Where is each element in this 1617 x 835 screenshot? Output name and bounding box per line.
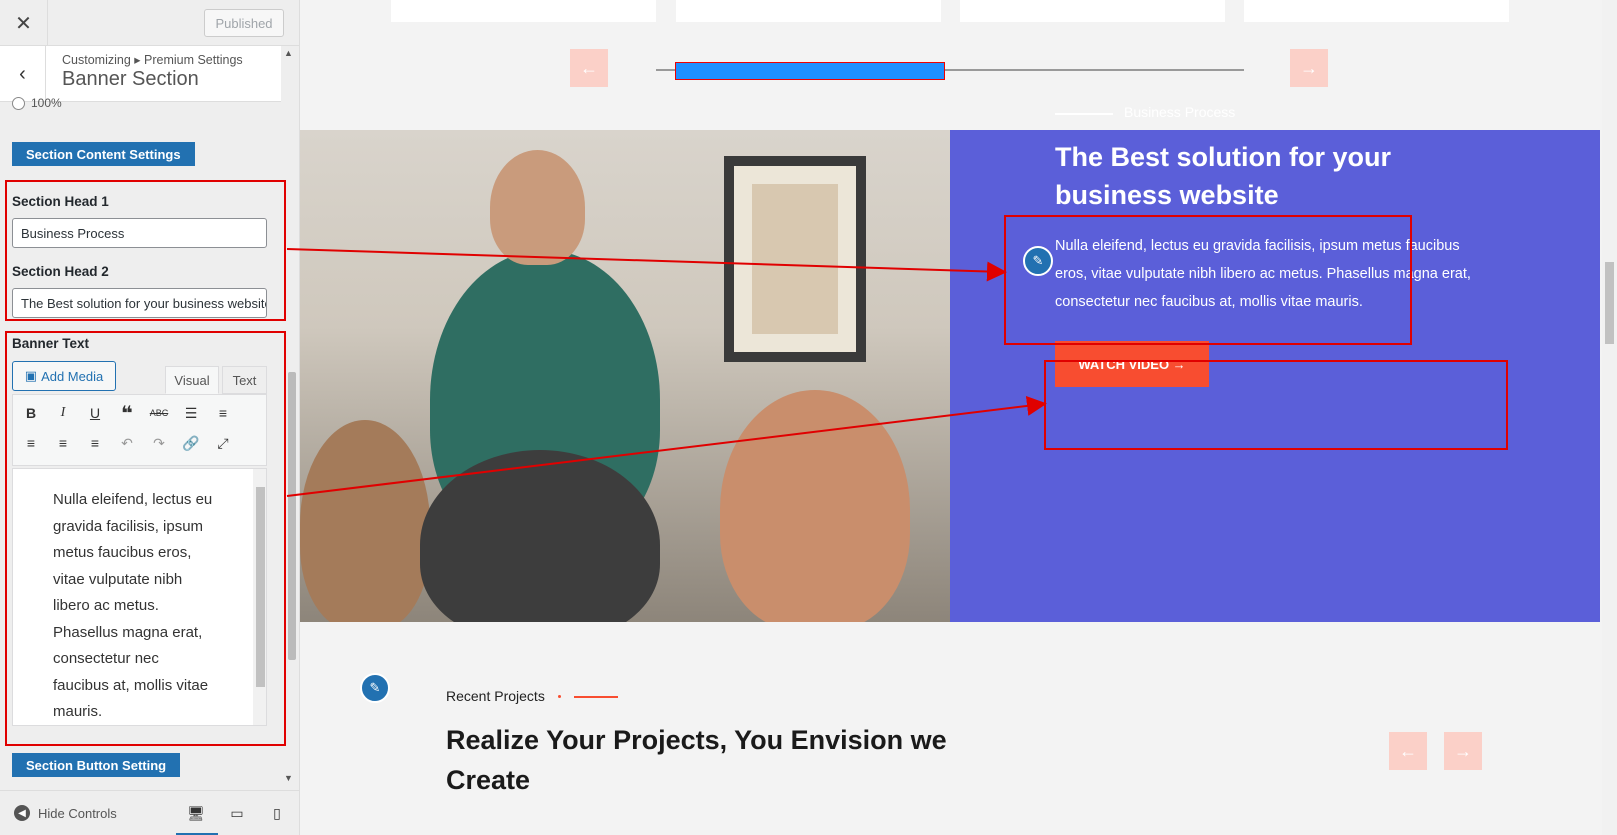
preview-scrollbar[interactable] [1602, 0, 1617, 835]
card [391, 0, 656, 22]
undo-icon[interactable]: ↶ [117, 433, 137, 453]
fullscreen-icon[interactable]: ⤢ [213, 433, 233, 453]
head2-label: Section Head 2 [12, 264, 109, 279]
editor-scroll-thumb[interactable] [256, 487, 265, 687]
italic-icon[interactable]: I [53, 403, 73, 423]
projects-prev-button[interactable]: ← [1389, 732, 1427, 770]
projects-next-button[interactable]: → [1444, 732, 1482, 770]
hide-controls-button[interactable]: ◀ Hide Controls [14, 805, 117, 821]
slider-progress[interactable] [675, 62, 945, 80]
site-preview: ← → ✎ Business Process The Best solution… [300, 0, 1617, 835]
underline-icon[interactable]: U [85, 403, 105, 423]
slider-next-button[interactable]: → [1290, 49, 1328, 87]
add-media-button[interactable]: ▣ Add Media [12, 361, 116, 391]
hide-controls-label: Hide Controls [38, 805, 117, 821]
banner-text-editor[interactable]: Nulla eleifend, lectus eu gravida facili… [12, 468, 267, 726]
button-setting-label: Section Button Setting [12, 753, 181, 777]
section-header: ‹ Customizing ▸ Premium Settings Banner … [0, 46, 281, 102]
banner-text-label: Banner Text [12, 336, 90, 351]
recent-dot [558, 695, 561, 698]
card [676, 0, 941, 22]
edit-pencil-icon[interactable]: ✎ [1023, 246, 1053, 276]
banner-photo [300, 130, 950, 622]
section-title: Banner Section [62, 68, 199, 90]
desktop-icon[interactable]: 🖥 [186, 803, 206, 823]
customizer-bottombar: ◀ Hide Controls 🖥 ▭ ▯ [0, 790, 299, 835]
slider-prev-button[interactable]: ← [570, 49, 608, 87]
content-settings-label: Section Content Settings [12, 142, 195, 166]
editor-content[interactable]: Nulla eleifend, lectus eu gravida facili… [53, 487, 213, 725]
sidebar-scrollbar[interactable] [288, 372, 296, 660]
breadcrumb: Customizing ▸ Premium Settings [62, 53, 243, 67]
publish-button[interactable]: Published [204, 9, 284, 37]
head1-label: Section Head 1 [12, 194, 109, 209]
edit-pencil-icon[interactable]: ✎ [360, 673, 390, 703]
head2-input[interactable]: The Best solution for your business webs… [12, 288, 267, 318]
align-center-icon[interactable]: ≡ [53, 433, 73, 453]
banner-paragraph: Nulla eleifend, lectus eu gravida facili… [1055, 238, 1471, 310]
person-shape [490, 150, 585, 265]
numbered-list-icon[interactable]: ≡ [213, 403, 233, 423]
customizer-topbar: ✕ Published [0, 0, 299, 46]
blockquote-icon[interactable]: ❝ [117, 403, 137, 425]
editor-toolbar: B I U ❝ ABC ☰ ≡ ≡ ≡ ≡ ↶ ↷ 🔗 ⤢ [12, 394, 267, 466]
radio-button[interactable] [12, 96, 25, 110]
hide-controls-icon: ◀ [14, 805, 30, 821]
recent-projects-label: Recent Projects [446, 688, 545, 704]
strikethrough-icon[interactable]: ABC [149, 403, 169, 423]
link-icon[interactable]: 🔗 [181, 433, 201, 453]
scroll-up-icon[interactable]: ▲ [284, 48, 293, 58]
redo-icon[interactable]: ↷ [149, 433, 169, 453]
tablet-icon[interactable]: ▭ [227, 803, 247, 823]
radio-option[interactable]: 100% [12, 96, 62, 110]
banner-heading: The Best solution for your business webs… [1055, 142, 1392, 210]
picture-frame [724, 156, 866, 362]
tab-visual[interactable]: Visual [165, 366, 219, 394]
add-media-label: Add Media [41, 368, 104, 384]
person-shape [300, 420, 430, 622]
customizer-sidebar: ✕ Published ‹ Customizing ▸ Premium Sett… [0, 0, 300, 835]
back-icon[interactable]: ‹ [0, 46, 46, 102]
align-right-icon[interactable]: ≡ [85, 433, 105, 453]
person-shape [720, 390, 910, 622]
recent-line [574, 696, 618, 698]
close-icon[interactable]: ✕ [0, 0, 48, 46]
mobile-icon[interactable]: ▯ [267, 803, 287, 823]
preview-scroll-thumb[interactable] [1605, 262, 1614, 344]
tag-line [1055, 113, 1113, 115]
card [960, 0, 1225, 22]
head1-input[interactable]: Business Process [12, 218, 267, 248]
align-left-icon[interactable]: ≡ [21, 433, 41, 453]
bullet-list-icon[interactable]: ☰ [181, 403, 201, 423]
bold-icon[interactable]: B [21, 403, 41, 423]
media-icon: ▣ [24, 368, 38, 383]
watch-video-button[interactable]: WATCH VIDEO → [1055, 341, 1209, 387]
recent-projects-heading: Realize Your Projects, You Envision we C… [446, 725, 947, 795]
tab-text[interactable]: Text [222, 366, 267, 394]
scroll-down-icon[interactable]: ▼ [284, 773, 293, 783]
banner-tag: Business Process [1124, 104, 1236, 120]
card [1244, 0, 1509, 22]
radio-label: 100% [31, 96, 62, 110]
